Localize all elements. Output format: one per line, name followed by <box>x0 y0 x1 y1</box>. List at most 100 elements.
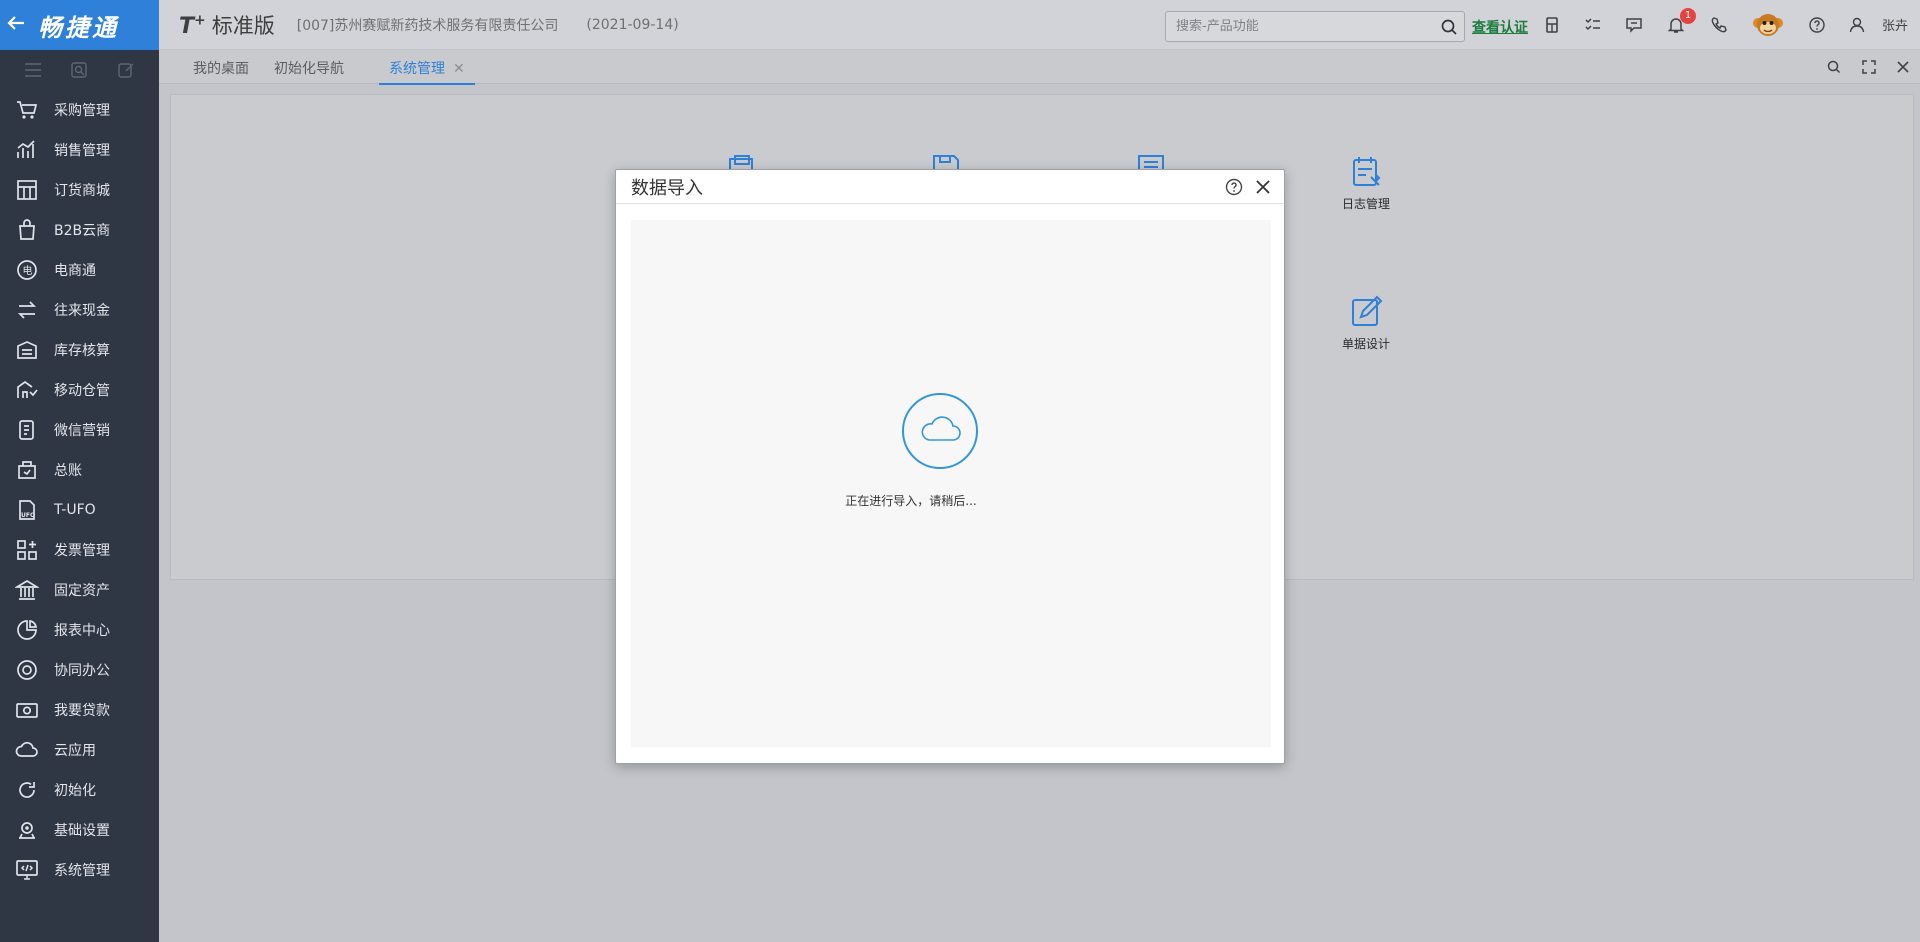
svg-text:电: 电 <box>23 264 33 277</box>
form-design-icon <box>1349 295 1383 329</box>
settings-icon <box>14 817 40 843</box>
message-icon[interactable] <box>1622 13 1646 37</box>
refresh-icon <box>14 777 40 803</box>
fullscreen-icon[interactable] <box>1860 58 1878 76</box>
sidebar-item-label: 基础设置 <box>54 823 110 839</box>
cart-icon <box>14 97 40 123</box>
sidebar-item-label: 库存核算 <box>54 343 110 359</box>
sidebar-item-system[interactable]: 系统管理 <box>0 850 159 890</box>
sales-chart-icon <box>14 137 40 163</box>
tab-search-icon[interactable] <box>1825 58 1843 76</box>
sidebar: 畅捷通 采购管理销售管理订货商城 B2B云商电 电商通往来现金库存核算移动仓管 微信营… <box>0 0 159 942</box>
wechat-marketing-icon <box>14 417 40 443</box>
cloud-icon <box>14 737 40 763</box>
sidebar-item-label: 初始化 <box>54 783 96 799</box>
dialog-close-icon[interactable] <box>1252 176 1274 198</box>
tab-init-nav[interactable]: 初始化导航 <box>274 58 344 83</box>
close-all-icon[interactable] <box>1894 58 1912 76</box>
sidebar-item-settings[interactable]: 基础设置 <box>0 810 159 850</box>
collaboration-icon <box>14 657 40 683</box>
sidebar-item-ecommerce[interactable]: 电 电商通 <box>0 250 159 290</box>
sidebar-item-warehouse[interactable]: 库存核算 <box>0 330 159 370</box>
sidebar-item-sales-chart[interactable]: 销售管理 <box>0 130 159 170</box>
user-avatar[interactable] <box>1752 9 1784 41</box>
ledger-icon <box>14 457 40 483</box>
sidebar-item-mobile-warehouse[interactable]: 移动仓管 <box>0 370 159 410</box>
brand-bar[interactable]: 畅捷通 <box>0 0 159 50</box>
sidebar-item-cart[interactable]: 采购管理 <box>0 90 159 130</box>
sidebar-item-label: 往来现金 <box>54 303 110 319</box>
pie-chart-icon <box>14 617 40 643</box>
sidebar-item-label: 协同办公 <box>54 663 110 679</box>
sidebar-menu: 采购管理销售管理订货商城 B2B云商电 电商通往来现金库存核算移动仓管 微信营销 总账 U… <box>0 90 159 890</box>
tab-desktop[interactable]: 我的桌面 <box>193 58 249 83</box>
notification-bell-icon[interactable]: 1 <box>1664 8 1696 37</box>
tab-bar: 我的桌面 初始化导航 系统管理 ✕ <box>159 50 1920 85</box>
search-input[interactable] <box>1166 12 1434 41</box>
back-arrow-icon[interactable] <box>6 13 26 38</box>
tab-system-manage[interactable]: 系统管理 ✕ <box>379 58 475 85</box>
search-menu-icon[interactable] <box>67 58 91 82</box>
help-icon[interactable] <box>1805 13 1829 37</box>
user-name[interactable]: 张卉 <box>1882 15 1908 34</box>
money-icon <box>14 697 40 723</box>
calculator-icon[interactable] <box>1540 13 1564 37</box>
edit-menu-icon[interactable] <box>114 58 138 82</box>
product-plus: + <box>194 12 206 29</box>
sidebar-item-collaboration[interactable]: 协同办公 <box>0 650 159 690</box>
sidebar-item-wechat-marketing[interactable]: 微信营销 <box>0 410 159 450</box>
warehouse-icon <box>14 337 40 363</box>
sidebar-item-refresh[interactable]: 初始化 <box>0 770 159 810</box>
mobile-warehouse-icon <box>14 377 40 403</box>
data-import-dialog: 数据导入 正在进行导入，请稍后... <box>615 169 1285 764</box>
task-list-icon[interactable] <box>1581 13 1605 37</box>
sidebar-item-label: 订货商城 <box>54 183 110 199</box>
feature-log-manage[interactable]: 日志管理 <box>1321 155 1411 212</box>
dialog-header: 数据导入 <box>616 170 1284 204</box>
tab-system-manage-label: 系统管理 <box>389 61 445 77</box>
sidebar-item-money[interactable]: 我要贷款 <box>0 690 159 730</box>
sidebar-item-label: T-UFO <box>54 502 96 518</box>
system-icon <box>14 857 40 883</box>
sidebar-item-bag[interactable]: B2B云商 <box>0 210 159 250</box>
store-icon <box>14 177 40 203</box>
top-header: T+ 标准版 [007]苏州赛赋新药技术服务有限责任公司 (2021-09-14) <box>159 0 1920 50</box>
sidebar-item-label: 系统管理 <box>54 863 110 879</box>
sidebar-tools <box>0 50 159 90</box>
sidebar-item-label: 报表中心 <box>54 623 110 639</box>
user-icon[interactable] <box>1845 13 1869 37</box>
search-box[interactable] <box>1165 11 1465 42</box>
sidebar-item-cloud[interactable]: 云应用 <box>0 730 159 770</box>
ecommerce-icon: 电 <box>14 257 40 283</box>
dialog-help-icon[interactable] <box>1224 177 1244 197</box>
product-name: T+ 标准版 <box>179 10 275 40</box>
sidebar-item-bank[interactable]: 固定资产 <box>0 570 159 610</box>
sidebar-item-label: 采购管理 <box>54 103 110 119</box>
brand-name: 畅捷通 <box>38 13 119 42</box>
log-manage-icon <box>1349 155 1383 189</box>
menu-toggle-icon[interactable] <box>21 58 45 82</box>
sidebar-item-label: 电商通 <box>54 263 96 279</box>
sidebar-item-pie-chart[interactable]: 报表中心 <box>0 610 159 650</box>
feature-form-design[interactable]: 单据设计 <box>1321 295 1411 352</box>
tab-close-icon[interactable]: ✕ <box>453 61 465 77</box>
sidebar-item-label: 固定资产 <box>54 583 110 599</box>
notification-badge: 1 <box>1680 8 1696 24</box>
dialog-title: 数据导入 <box>631 177 703 199</box>
sidebar-item-transfer[interactable]: 往来现金 <box>0 290 159 330</box>
sidebar-item-label: B2B云商 <box>54 223 111 239</box>
cloud-upload-icon <box>901 392 979 470</box>
sidebar-item-label: 云应用 <box>54 743 96 759</box>
search-icon[interactable] <box>1434 19 1464 35</box>
sidebar-item-invoice[interactable]: 发票管理 <box>0 530 159 570</box>
transfer-icon <box>14 297 40 323</box>
feature-form-design-label: 单据设计 <box>1341 337 1390 351</box>
product-letter: T <box>179 13 195 39</box>
invoice-icon <box>14 537 40 563</box>
loading-text: 正在进行导入，请稍后... <box>845 494 977 508</box>
sidebar-item-store[interactable]: 订货商城 <box>0 170 159 210</box>
verify-link[interactable]: 查看认证 <box>1472 17 1528 37</box>
sidebar-item-ufo-report[interactable]: UFO T-UFO <box>0 490 159 530</box>
sidebar-item-ledger[interactable]: 总账 <box>0 450 159 490</box>
phone-icon[interactable] <box>1707 13 1731 37</box>
